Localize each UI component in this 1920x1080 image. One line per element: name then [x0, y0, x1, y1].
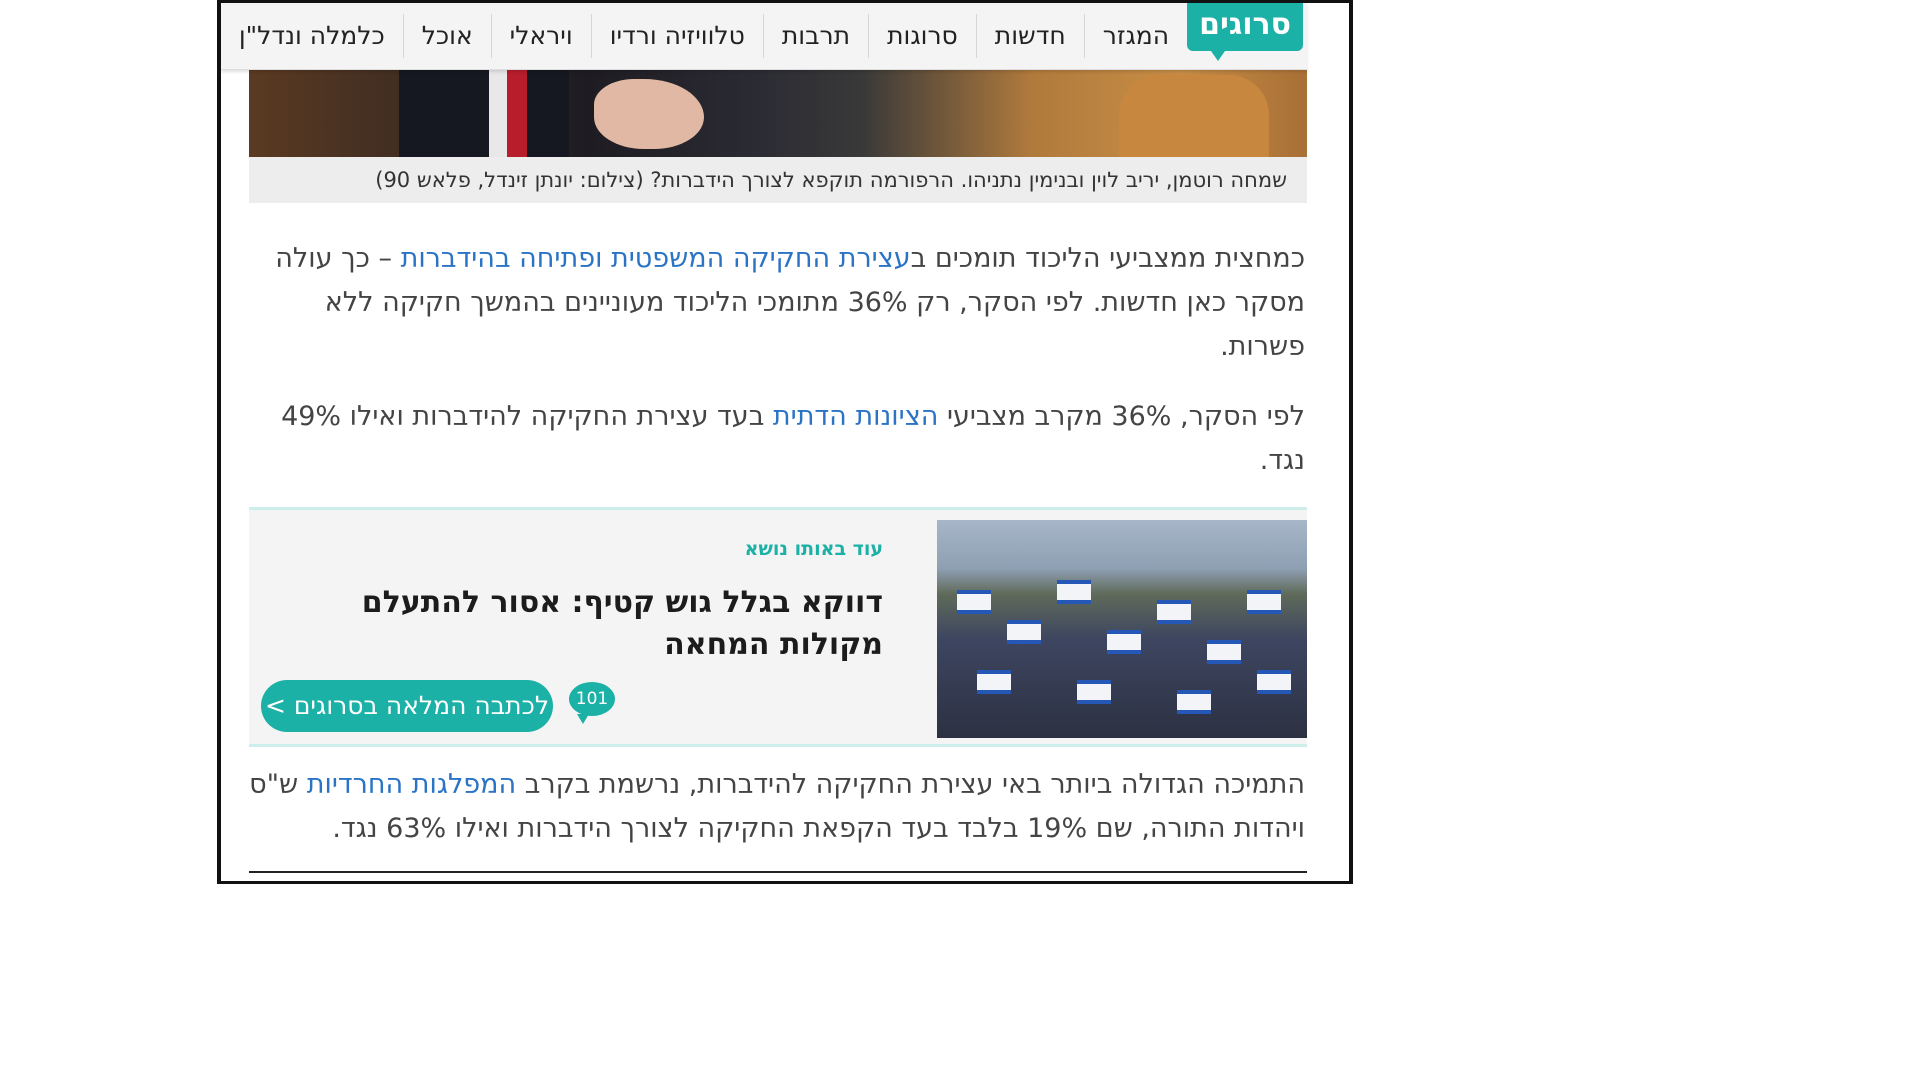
flag-shape — [1077, 680, 1111, 704]
nav-item-viral[interactable]: ויראלי — [490, 14, 591, 58]
paragraph-text: התמיכה הגדולה ביותר באי עצירת החקיקה להי… — [516, 769, 1305, 800]
link-judicial-reform-halt[interactable]: עצירת החקיקה המשפטית ופתיחה בהידברות — [401, 243, 911, 274]
flag-shape — [1007, 620, 1041, 644]
nav-item-news[interactable]: חדשות — [975, 14, 1084, 58]
paragraph-text: לפי הסקר, 36% מקרב מצביעי — [938, 401, 1305, 432]
hero-image-chair — [1119, 75, 1269, 157]
flag-shape — [957, 590, 991, 614]
full-article-button[interactable]: לכתבה המלאה בסרוגים > — [261, 680, 553, 732]
article-paragraph-3: התמיכה הגדולה ביותר באי עצירת החקיקה להי… — [245, 763, 1305, 851]
related-article-title[interactable]: דווקא בגלל גוש קטיף: אסור להתעלם מקולות … — [283, 582, 883, 666]
link-religious-zionism[interactable]: הציונות הדתית — [773, 401, 938, 432]
flag-shape — [1177, 690, 1211, 714]
site-logo[interactable]: סרוגים — [1187, 3, 1303, 61]
nav-item-food[interactable]: אוכל — [402, 14, 491, 58]
nav-item-tv-radio[interactable]: טלוויזיה ורדיו — [590, 14, 763, 58]
flag-shape — [977, 670, 1011, 694]
related-label: עוד באותו נושא — [744, 538, 883, 560]
article-paragraph-1: כמחצית ממצביעי הליכוד תומכים בעצירת החקי… — [245, 237, 1305, 369]
hero-image-hand — [594, 79, 704, 149]
browser-frame: סרוגים המגזר חדשות סרוגות תרבות טלוויזיה… — [217, 0, 1353, 884]
flag-shape — [1247, 590, 1281, 614]
nav-item-women[interactable]: סרוגות — [868, 14, 976, 58]
flag-shape — [1257, 670, 1291, 694]
flag-shape — [1107, 630, 1141, 654]
nav-item-sector[interactable]: המגזר — [1083, 14, 1187, 58]
nav-item-culture[interactable]: תרבות — [762, 14, 868, 58]
divider — [249, 871, 1307, 873]
hero-image-tie — [507, 69, 527, 157]
image-caption: שמחה רוטמן, יריב לוין ובנימין נתניהו. הר… — [249, 157, 1307, 203]
nav-item-more-cut[interactable]: ס — [217, 14, 220, 58]
link-haredi-parties[interactable]: המפלגות החרדיות — [307, 769, 516, 800]
nav-item-economy-realestate[interactable]: כלמלה ונדל"ן — [221, 14, 403, 58]
related-article-image[interactable] — [937, 520, 1307, 738]
flag-shape — [1207, 640, 1241, 664]
comments-count-icon[interactable]: 101 — [569, 682, 615, 724]
related-article-box[interactable]: עוד באותו נושא דווקא בגלל גוש קטיף: אסור… — [249, 507, 1307, 747]
top-navigation: סרוגים המגזר חדשות סרוגות תרבות טלוויזיה… — [221, 3, 1307, 70]
flag-shape — [1157, 600, 1191, 624]
article-paragraph-2: לפי הסקר, 36% מקרב מצביעי הציונות הדתית … — [245, 395, 1305, 483]
paragraph-text: כמחצית ממצביעי הליכוד תומכים ב — [910, 243, 1305, 274]
hero-image-suit — [399, 69, 569, 157]
flag-shape — [1057, 580, 1091, 604]
hero-image — [249, 69, 1307, 157]
